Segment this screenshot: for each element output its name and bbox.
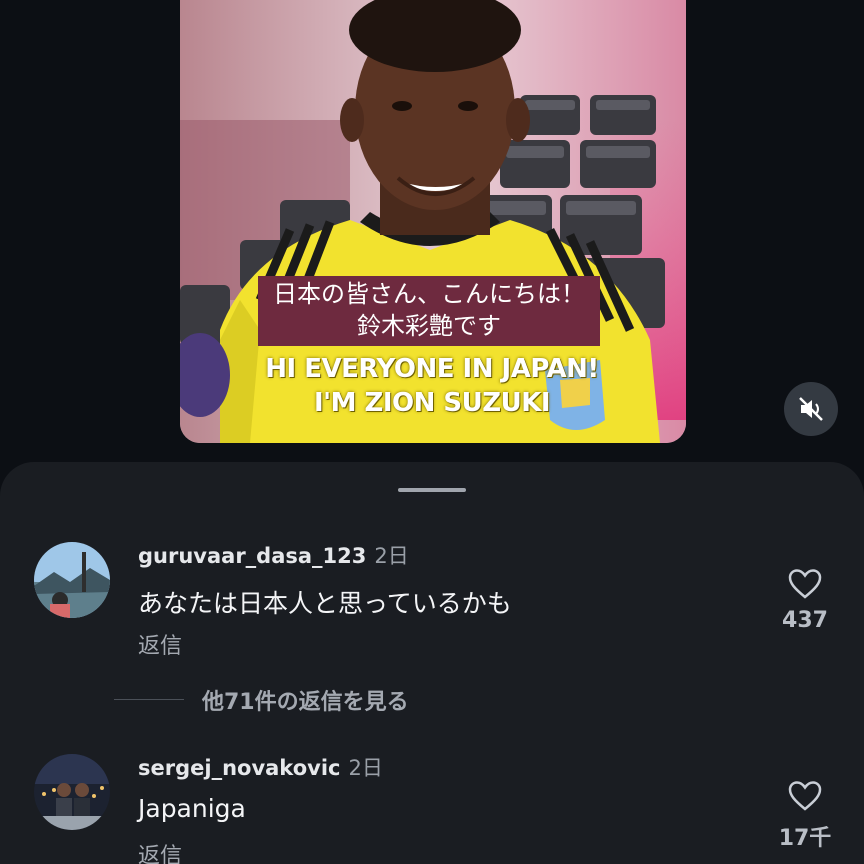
speaker-muted-icon — [799, 397, 823, 421]
avatar[interactable] — [34, 542, 110, 618]
subtitle-en-line1: HI EVERYONE IN JAPAN! — [265, 354, 599, 384]
mute-toggle-button[interactable] — [784, 382, 838, 436]
heart-icon — [788, 569, 822, 599]
subtitle-jp-line1: 日本の皆さん、こんにちは！ — [273, 280, 585, 308]
comment-meta: guruvaar_dasa_123 2日 — [138, 540, 409, 570]
comment-meta: sergej_novakovic 2日 — [138, 752, 383, 782]
comment-time: 2日 — [348, 756, 383, 780]
subtitle-en-line2: I'M ZION SUZUKI — [313, 388, 551, 418]
heart-icon — [788, 781, 822, 811]
comments-sheet: guruvaar_dasa_123 2日 あなたは日本人と思っているかも 返信 4… — [0, 462, 864, 864]
sheet-drag-handle[interactable] — [398, 488, 466, 492]
comment-text: Japaniga — [138, 794, 246, 823]
reply-button[interactable]: 返信 — [138, 838, 182, 864]
comment-text: あなたは日本人と思っているかも — [138, 589, 512, 618]
comment-username[interactable]: sergej_novakovic — [138, 756, 340, 780]
subtitle-english: HI EVERYONE IN JAPAN! I'M ZION SUZUKI — [230, 352, 634, 420]
avatar[interactable] — [34, 754, 110, 830]
comment-time: 2日 — [374, 544, 409, 568]
subtitle-japanese: 日本の皆さん、こんにちは！ 鈴木彩艶です — [258, 276, 600, 346]
like-button[interactable]: 17千 — [770, 780, 840, 852]
reply-button[interactable]: 返信 — [138, 628, 182, 660]
like-count: 437 — [782, 608, 828, 633]
like-button[interactable]: 437 — [770, 568, 840, 633]
replies-divider — [114, 699, 184, 700]
like-count: 17千 — [778, 826, 832, 851]
comment-username[interactable]: guruvaar_dasa_123 — [138, 544, 366, 568]
subtitle-jp-line2: 鈴木彩艶です — [357, 312, 501, 340]
view-replies-button[interactable]: 他71件の返信を見る — [202, 684, 409, 716]
app-root: 日本の皆さん、こんにちは！ 鈴木彩艶です HI EVERYONE IN JAPA… — [0, 0, 864, 864]
